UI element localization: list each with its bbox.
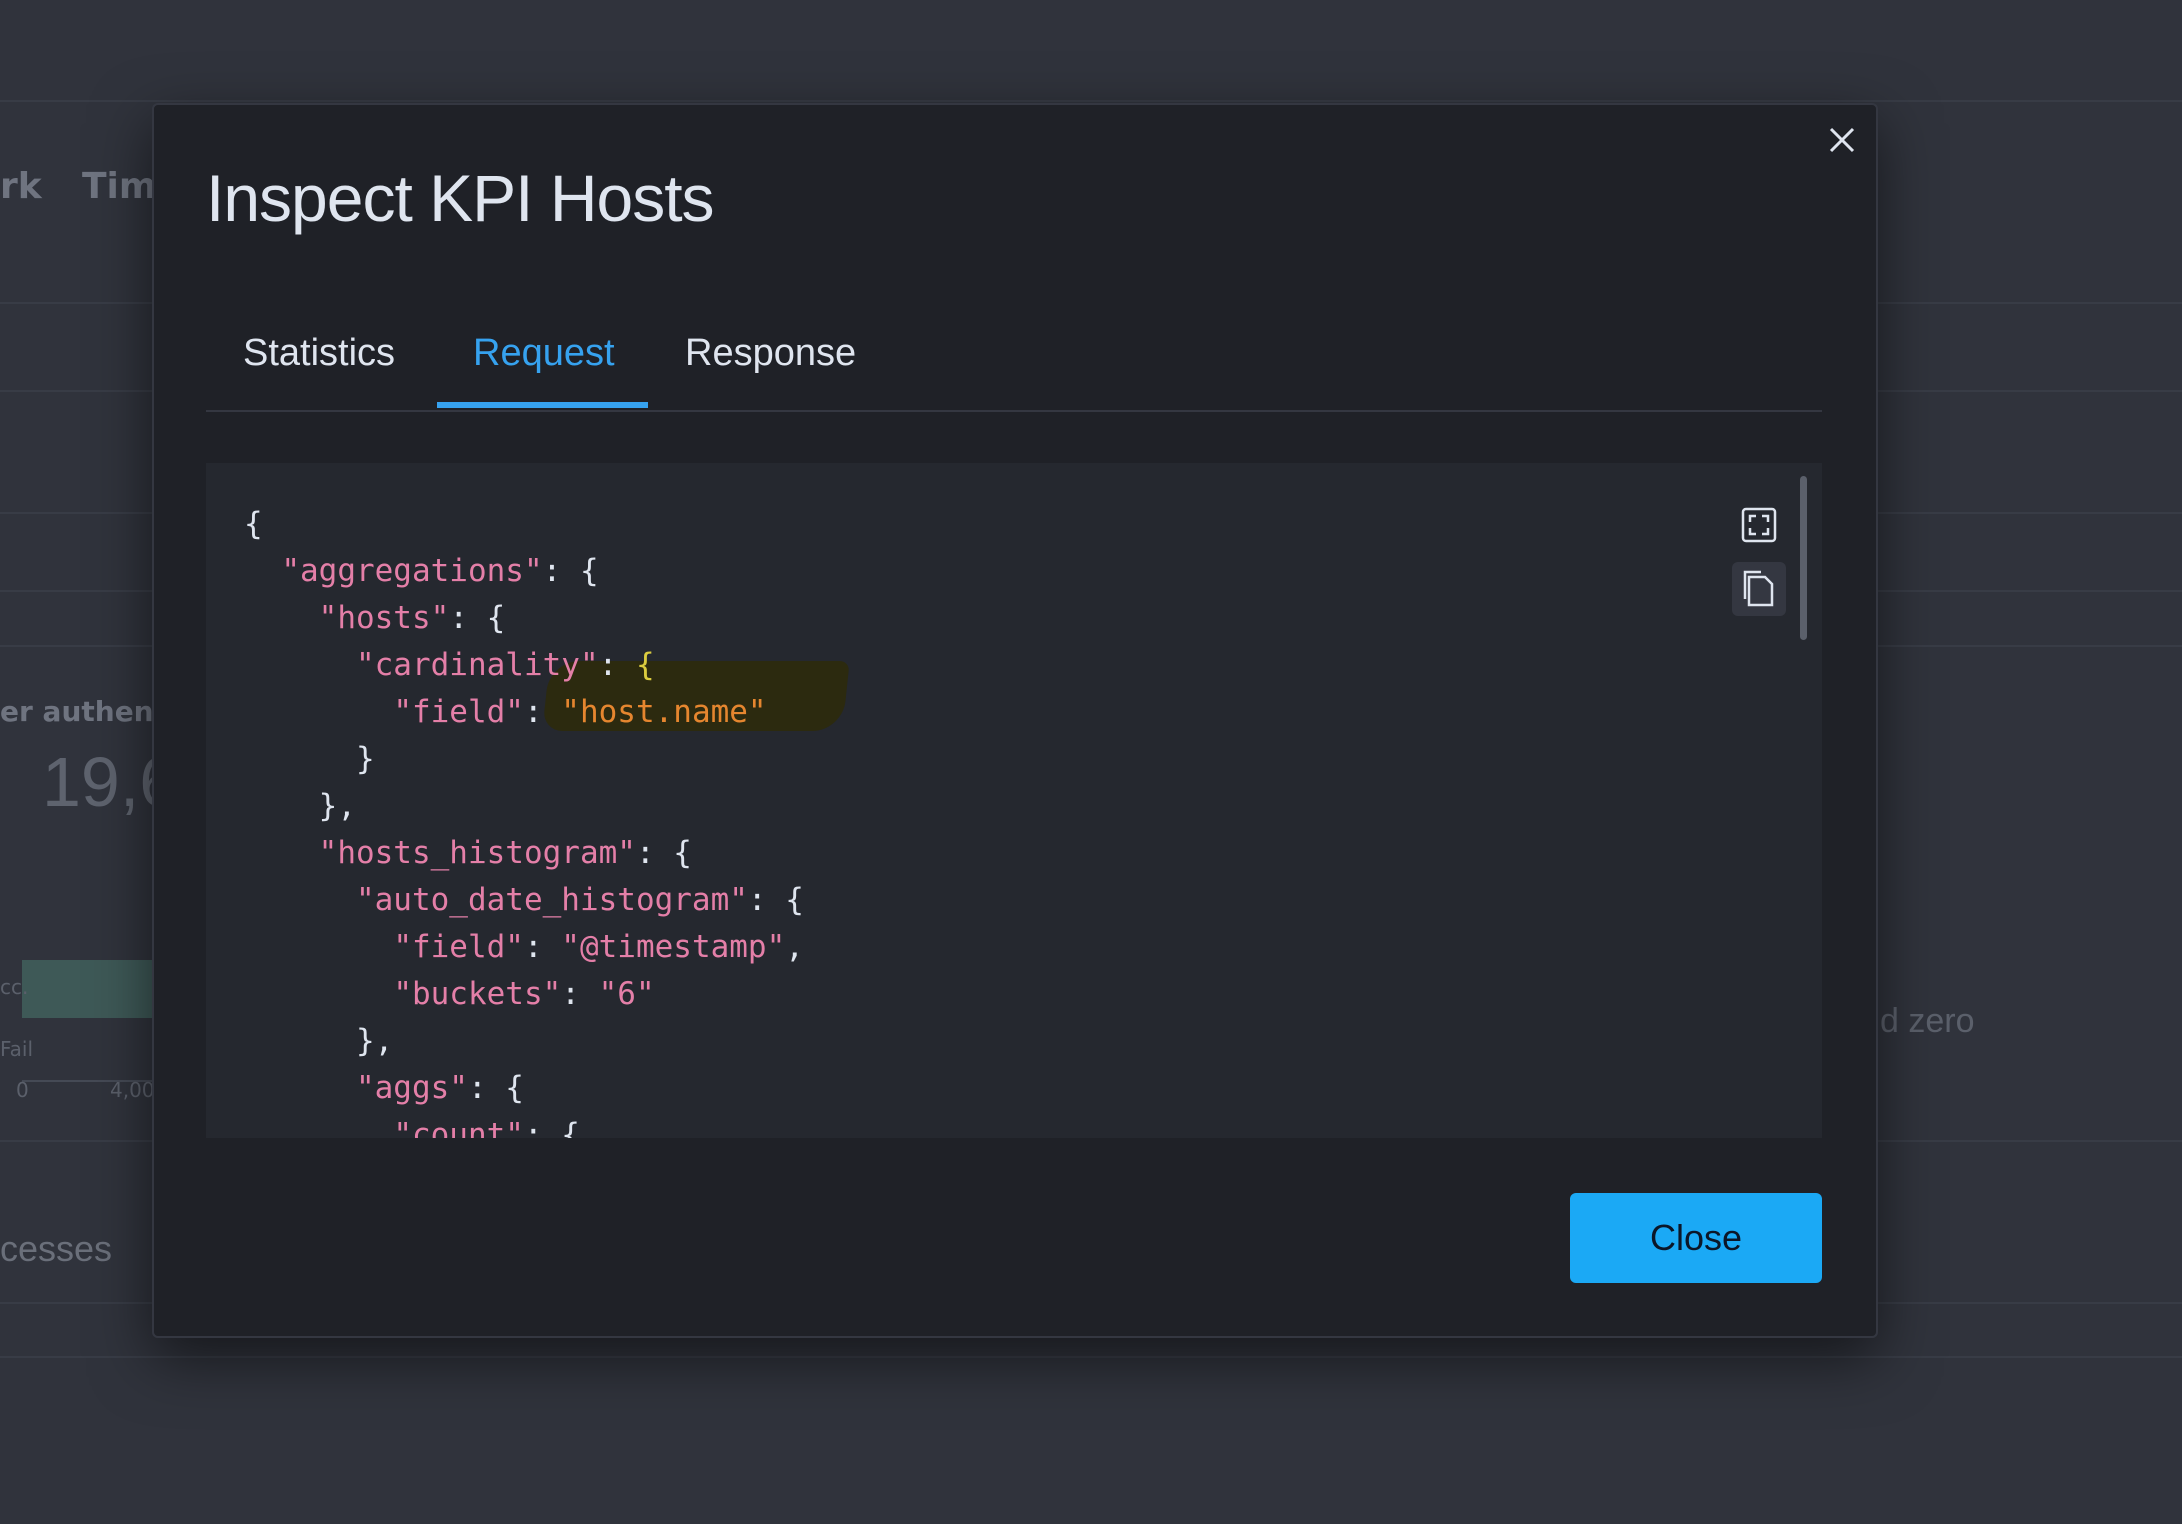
tab-response[interactable]: Response: [685, 332, 856, 375]
bg-chart-label: cc.: [0, 975, 29, 999]
modal-title: Inspect KPI Hosts: [206, 161, 715, 235]
request-code-block[interactable]: { "aggregations": { "hosts": { "cardinal…: [206, 463, 1822, 1138]
bg-chart-bar: [22, 960, 152, 1018]
bg-axis-tick: 0: [16, 1078, 29, 1102]
fullscreen-icon[interactable]: [1732, 498, 1786, 552]
close-button[interactable]: Close: [1570, 1193, 1822, 1283]
divider: [0, 1356, 2182, 1358]
tab-statistics[interactable]: Statistics: [243, 332, 395, 375]
code-scrollbar[interactable]: [1800, 476, 1807, 640]
bg-chart-label: Fail: [0, 1037, 34, 1061]
copy-icon[interactable]: [1732, 562, 1786, 616]
tab-request[interactable]: Request: [473, 332, 615, 375]
close-icon[interactable]: [1820, 118, 1864, 162]
divider: [0, 100, 2182, 102]
bg-axis-tick: 4,00: [110, 1078, 155, 1102]
bg-tab-fragment: rk: [0, 166, 42, 207]
json-code: { "aggregations": { "hosts": { "cardinal…: [244, 506, 804, 1138]
bg-section-title: cesses: [0, 1228, 113, 1269]
tab-bar: Statistics Request Response: [206, 320, 1822, 412]
bg-right-text: d zero: [1880, 1002, 1975, 1040]
active-tab-indicator: [437, 402, 648, 408]
